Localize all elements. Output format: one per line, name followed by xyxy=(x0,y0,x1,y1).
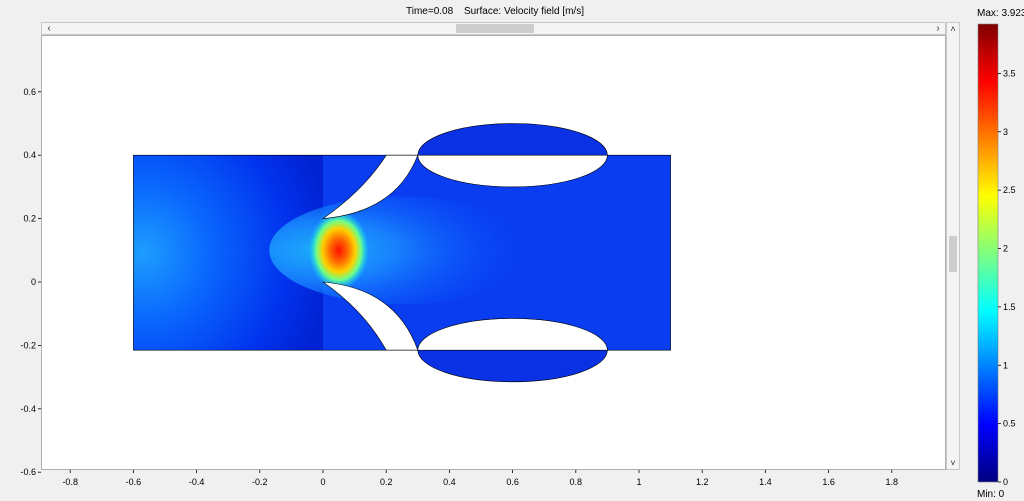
y-tick-label: -0.6 xyxy=(20,467,36,477)
colorbar-gradient xyxy=(977,23,999,483)
x-tick-label: -0.6 xyxy=(126,477,142,487)
x-tick-label: 1.8 xyxy=(886,477,899,487)
y-tick-label: -0.2 xyxy=(20,340,36,350)
x-tick-label: 0.8 xyxy=(570,477,583,487)
x-tick-label: 1.6 xyxy=(822,477,835,487)
jet-core xyxy=(308,210,369,290)
x-tick-label: 0.4 xyxy=(443,477,456,487)
x-tick-label: 0.6 xyxy=(506,477,519,487)
x-tick-label: 1.4 xyxy=(759,477,772,487)
y-tick-label: 0.4 xyxy=(23,150,36,160)
x-tick-label: 0.2 xyxy=(380,477,393,487)
colorbar-tick-label: 0 xyxy=(1003,477,1008,487)
colorbar-tick-label: 2.5 xyxy=(1003,185,1016,195)
x-tick-label: -0.4 xyxy=(189,477,205,487)
x-tick-label: 1.2 xyxy=(696,477,709,487)
y-axis: 0.6 0.4 0.2 0 -0.2 -0.4 -0.6 xyxy=(20,87,41,477)
x-axis: -0.8 -0.6 -0.4 -0.2 0 0.2 0.4 0.6 0.8 1 1.2 1.4 1.6 1… xyxy=(62,470,898,487)
x-tick-label: -0.8 xyxy=(62,477,78,487)
colorbar-tick-label: 2 xyxy=(1003,244,1008,254)
y-tick-label: 0.6 xyxy=(23,87,36,97)
colorbar: 3.5 3 2.5 2 1.5 1 0.5 0 xyxy=(977,23,1016,487)
y-tick-label: 0.2 xyxy=(23,214,36,224)
colorbar-tick-label: 3 xyxy=(1003,127,1008,137)
velocity-surface xyxy=(133,123,671,383)
colorbar-tick-label: 1 xyxy=(1003,360,1008,370)
colorbar-tick-label: 0.5 xyxy=(1003,419,1016,429)
x-tick-label: 1 xyxy=(636,477,641,487)
x-tick-label: -0.2 xyxy=(252,477,268,487)
y-tick-label: -0.4 xyxy=(20,404,36,414)
colorbar-max-label: Max: 3.923 xyxy=(977,8,1024,19)
velocity-field-chart: -0.8 -0.6 -0.4 -0.2 0 0.2 0.4 0.6 0.8 1 1.2 1.4 1.6 1… xyxy=(20,23,1016,487)
colorbar-tick-label: 1.5 xyxy=(1003,302,1016,312)
x-tick-label: 0 xyxy=(320,477,325,487)
colorbar-min-label: Min: 0 xyxy=(977,489,1005,500)
colorbar-tick-label: 3.5 xyxy=(1003,68,1016,78)
y-tick-label: 0 xyxy=(31,277,36,287)
